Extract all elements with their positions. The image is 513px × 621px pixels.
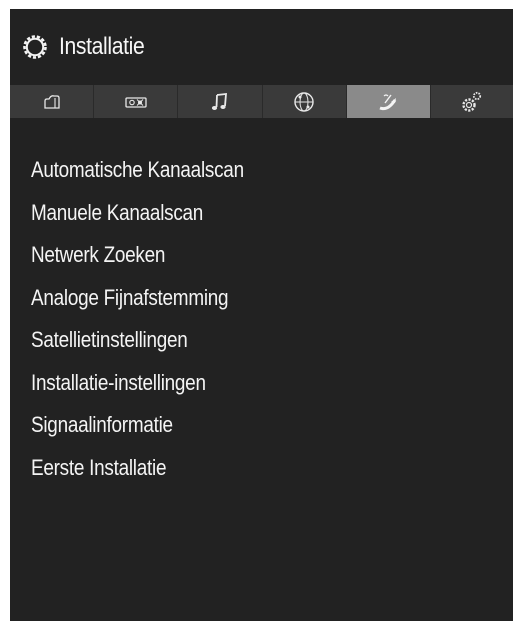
menu-item-analog-fine-tune[interactable]: Analoge Fijnafstemming xyxy=(31,277,244,320)
menu-item-signal-information[interactable]: Signaalinformatie xyxy=(31,404,244,447)
menu-item-manual-channel-scan[interactable]: Manuele Kanaalscan xyxy=(31,192,244,235)
satellite-dish-icon xyxy=(375,91,401,113)
picture-icon xyxy=(41,93,63,111)
tab-picture[interactable] xyxy=(10,85,95,118)
installation-options-list: Automatische Kanaalscan Manuele Kanaalsc… xyxy=(31,149,278,489)
category-tab-bar xyxy=(10,85,513,118)
installation-menu-panel: Installatie Automatische Kanaalscan Manu… xyxy=(10,9,513,621)
tab-sound-settings[interactable] xyxy=(94,85,179,118)
gear-icon xyxy=(21,33,49,61)
page-title: Installatie xyxy=(59,33,145,60)
tab-network[interactable] xyxy=(263,85,347,118)
tab-installation[interactable] xyxy=(346,85,431,118)
music-note-icon xyxy=(210,91,230,113)
menu-item-network-search[interactable]: Netwerk Zoeken xyxy=(31,234,244,277)
network-globe-icon xyxy=(292,90,316,114)
menu-item-first-installation[interactable]: Eerste Installatie xyxy=(31,447,244,490)
menu-header: Installatie xyxy=(10,9,513,85)
menu-item-satellite-settings[interactable]: Satellietinstellingen xyxy=(31,319,244,362)
menu-item-automatic-channel-scan[interactable]: Automatische Kanaalscan xyxy=(31,149,244,192)
tab-music[interactable] xyxy=(178,85,263,118)
system-gears-icon xyxy=(460,90,484,114)
sound-settings-icon xyxy=(123,94,149,110)
tab-system[interactable] xyxy=(431,85,513,118)
menu-item-installation-settings[interactable]: Installatie-instellingen xyxy=(31,362,244,405)
